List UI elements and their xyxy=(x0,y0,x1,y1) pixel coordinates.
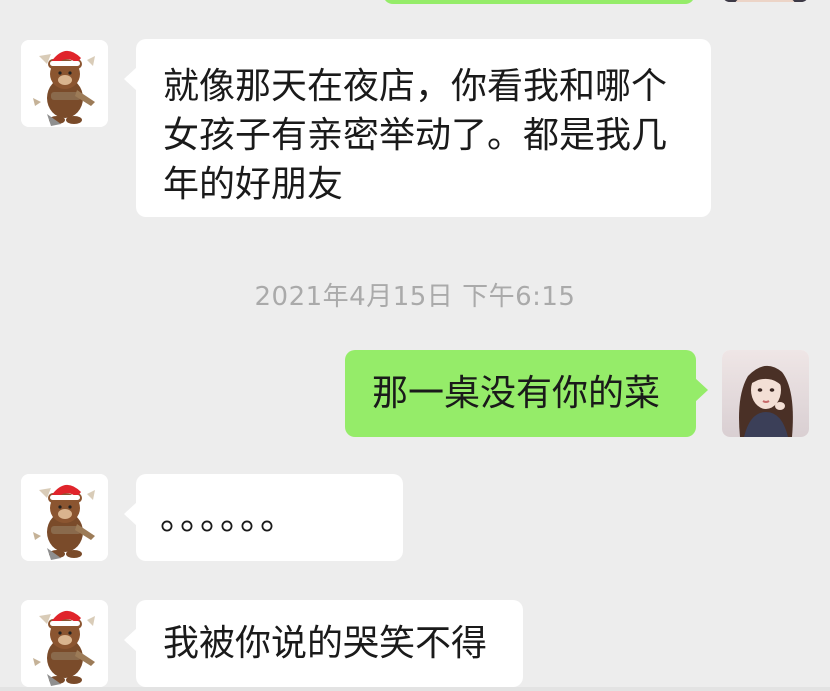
message-text-3: 。。。。。。 xyxy=(160,497,299,538)
bottom-divider xyxy=(0,687,830,691)
message-text-1: 就像那天在夜店，你看我和哪个女孩子有亲密举动了。都是我几年的好朋友 xyxy=(163,66,668,205)
message-bubble-4[interactable]: 我被你说的哭笑不得 xyxy=(124,600,523,687)
contact-avatar-bear-icon[interactable] xyxy=(21,474,108,561)
message-bubble-3[interactable]: 。。。。。。 xyxy=(124,474,403,561)
previous-outgoing-bubble[interactable] xyxy=(383,0,695,4)
message-text-4: 我被你说的哭笑不得 xyxy=(163,623,488,664)
contact-avatar-bear-icon[interactable] xyxy=(21,600,108,687)
message-text-2: 那一桌没有你的菜 xyxy=(372,373,661,414)
self-avatar-partial[interactable] xyxy=(722,0,809,2)
chat-area: 就像那天在夜店，你看我和哪个女孩子有亲密举动了。都是我几年的好朋友 2021年4… xyxy=(0,0,830,691)
contact-avatar-bear-icon[interactable] xyxy=(21,40,108,127)
chat-timestamp: 2021年4月15日 下午6:15 xyxy=(254,282,576,312)
message-bubble-1[interactable]: 就像那天在夜店，你看我和哪个女孩子有亲密举动了。都是我几年的好朋友 xyxy=(124,39,711,217)
self-avatar-girl-icon[interactable] xyxy=(722,350,809,437)
message-bubble-2[interactable]: 那一桌没有你的菜 xyxy=(345,350,708,437)
